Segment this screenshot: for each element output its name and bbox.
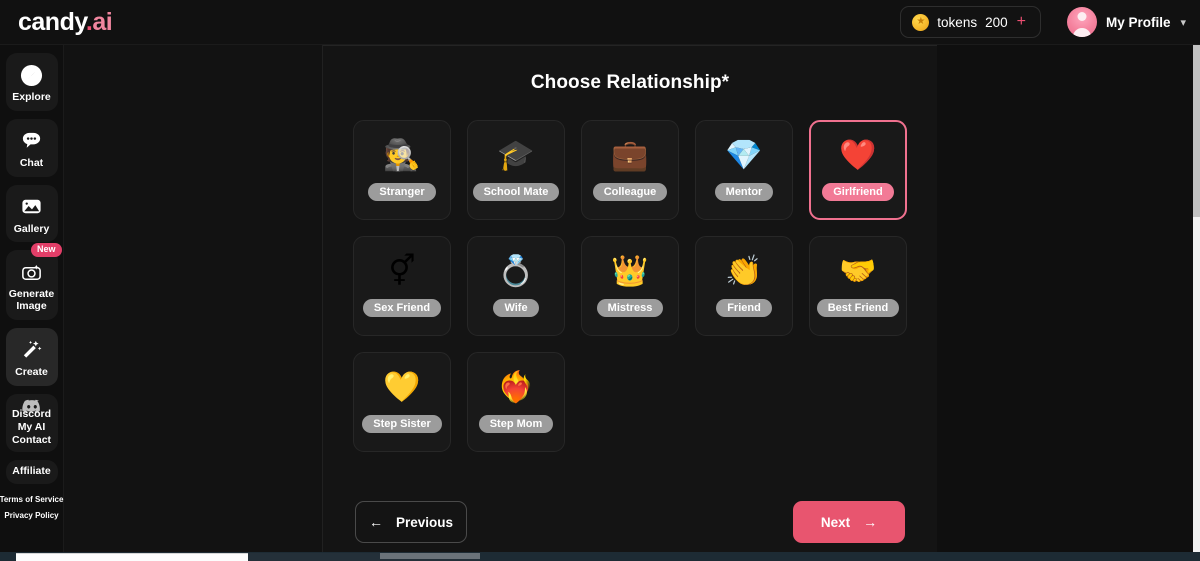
sidebar-item-my-ai[interactable]: My AI <box>18 421 46 434</box>
arrow-right-icon: → <box>863 514 878 530</box>
os-taskbar-strip <box>0 552 1200 561</box>
coin-star-icon: ★ <box>912 13 930 31</box>
relationship-card-step-mom[interactable]: ❤️‍🔥 Step Mom <box>467 352 565 452</box>
sidebar: Explore Chat Gallery New Generate Image <box>0 45 64 561</box>
relationship-card-wife[interactable]: 💍 Wife <box>467 236 565 336</box>
next-button-label: Next <box>820 514 851 530</box>
wedding-rings-icon: 💍 <box>497 255 535 288</box>
link-terms-of-service[interactable]: Terms of Service <box>0 495 63 504</box>
relationship-card-grid: 🕵️ Stranger 🎓 School Mate 💼 Colleague 💎 … <box>323 94 937 452</box>
profile-menu-button[interactable]: My Profile ▾ <box>1066 7 1186 37</box>
relationship-card-mistress[interactable]: 👑 Mistress <box>581 236 679 336</box>
magic-wand-icon <box>19 337 45 363</box>
card-label: Wife <box>493 299 539 317</box>
top-bar-right: ★ tokens 200 + My Profile ▾ <box>900 6 1186 38</box>
card-label: Colleague <box>592 183 668 201</box>
main-content: Choose Relationship* 🕵️ Stranger 🎓 Schoo… <box>323 45 937 552</box>
tokens-label: tokens <box>937 14 978 30</box>
crown-icon: 👑 <box>611 255 649 288</box>
sidebar-item-discord[interactable]: Discord <box>12 408 51 421</box>
add-tokens-icon[interactable]: + <box>1017 13 1026 31</box>
link-privacy-policy[interactable]: Privacy Policy <box>4 511 58 520</box>
relationship-card-friend[interactable]: 👏 Friend <box>695 236 793 336</box>
sidebar-item-chat[interactable]: Chat <box>5 118 58 177</box>
page-title: Choose Relationship* <box>530 72 730 93</box>
card-label: Step Mom <box>478 415 554 433</box>
sidebar-item-label: Explore <box>12 91 51 103</box>
app-root: candy.ai ★ tokens 200 + My Profile ▾ Exp… <box>0 0 1200 561</box>
sidebar-item-label: Generate Image <box>8 288 55 312</box>
relationship-card-step-sister[interactable]: 💛 Step Sister <box>353 352 451 452</box>
top-bar: candy.ai ★ tokens 200 + My Profile ▾ <box>0 0 1200 45</box>
next-button[interactable]: Next → <box>793 501 905 543</box>
sidebar-item-affiliate[interactable]: Affiliate <box>5 459 58 484</box>
diamond-books-icon: 💎 <box>725 139 763 172</box>
sidebar-item-label: Chat <box>19 156 44 169</box>
relationship-card-stranger[interactable]: 🕵️ Stranger <box>353 120 451 220</box>
sidebar-group-links: Discord My AI Contact <box>5 393 58 452</box>
relationship-card-colleague[interactable]: 💼 Colleague <box>581 120 679 220</box>
wizard-footer: ← Previous Next → <box>323 501 937 543</box>
sidebar-item-gallery[interactable]: Gallery <box>5 184 58 243</box>
brand-logo-tld: ai <box>92 7 113 36</box>
tokens-balance-button[interactable]: ★ tokens 200 + <box>900 6 1041 38</box>
profile-name: My Profile <box>1105 14 1171 30</box>
previous-button-label: Previous <box>395 514 454 530</box>
relationship-card-girlfriend[interactable]: ❤️ Girlfriend <box>809 120 907 220</box>
brand-logo[interactable]: candy.ai <box>18 7 113 36</box>
page-scrollbar-thumb[interactable] <box>1193 45 1200 217</box>
avatar <box>1066 7 1097 37</box>
magic-camera-icon <box>19 259 45 285</box>
os-window-fragment <box>16 553 248 561</box>
sidebar-item-label: Create <box>15 365 48 378</box>
gold-heart-locket-icon: 💛 <box>383 371 421 404</box>
status-badge: New <box>30 243 62 258</box>
card-label: Sex Friend <box>362 299 442 317</box>
card-label: School Mate <box>472 183 560 201</box>
handshake-icon: 🤝 <box>839 255 877 288</box>
card-label: Friend <box>716 299 772 317</box>
gender-symbols-icon: ⚥ <box>388 255 416 288</box>
previous-button[interactable]: ← Previous <box>355 501 467 543</box>
sidebar-item-label: Gallery <box>13 222 50 235</box>
right-preview-panel <box>937 45 1193 552</box>
card-label: Step Sister <box>362 415 442 433</box>
chat-bubble-icon <box>19 128 45 154</box>
sidebar-item-contact[interactable]: Contact <box>12 434 51 447</box>
page-scrollbar-track[interactable] <box>1193 45 1200 552</box>
card-label: Girlfriend <box>822 183 894 201</box>
relationship-card-school-mate[interactable]: 🎓 School Mate <box>467 120 565 220</box>
sidebar-item-label: Affiliate <box>12 464 51 477</box>
card-label: Stranger <box>368 183 436 201</box>
gallery-image-icon <box>19 194 45 220</box>
os-taskbar-item-active <box>380 553 480 559</box>
card-label: Mentor <box>714 183 774 201</box>
arrow-left-icon: ← <box>368 514 383 530</box>
briefcase-icon: 💼 <box>611 139 649 172</box>
compass-icon <box>19 62 45 88</box>
relationship-card-sex-friend[interactable]: ⚥ Sex Friend <box>353 236 451 336</box>
detective-hat-icon: 🕵️ <box>383 139 421 172</box>
red-heart-icon: ❤️ <box>839 139 877 172</box>
relationship-card-best-friend[interactable]: 🤝 Best Friend <box>809 236 907 336</box>
left-preview-panel <box>64 45 323 552</box>
card-label: Best Friend <box>816 299 900 317</box>
clapping-hands-icon: 👏 <box>725 255 763 288</box>
heart-on-fire-icon: ❤️‍🔥 <box>497 371 535 404</box>
card-label: Mistress <box>596 299 664 317</box>
chevron-down-icon: ▾ <box>1180 16 1186 29</box>
tokens-value: 200 <box>985 14 1008 30</box>
sidebar-item-create[interactable]: Create <box>5 327 58 386</box>
graduation-cap-icon: 🎓 <box>497 139 535 172</box>
sidebar-legal-links: Terms of Service Privacy Policy <box>0 495 63 520</box>
relationship-card-mentor[interactable]: 💎 Mentor <box>695 120 793 220</box>
sidebar-item-generate-image[interactable]: New Generate Image <box>5 243 62 320</box>
brand-logo-name: candy <box>18 7 86 36</box>
sidebar-item-explore[interactable]: Explore <box>5 53 58 111</box>
